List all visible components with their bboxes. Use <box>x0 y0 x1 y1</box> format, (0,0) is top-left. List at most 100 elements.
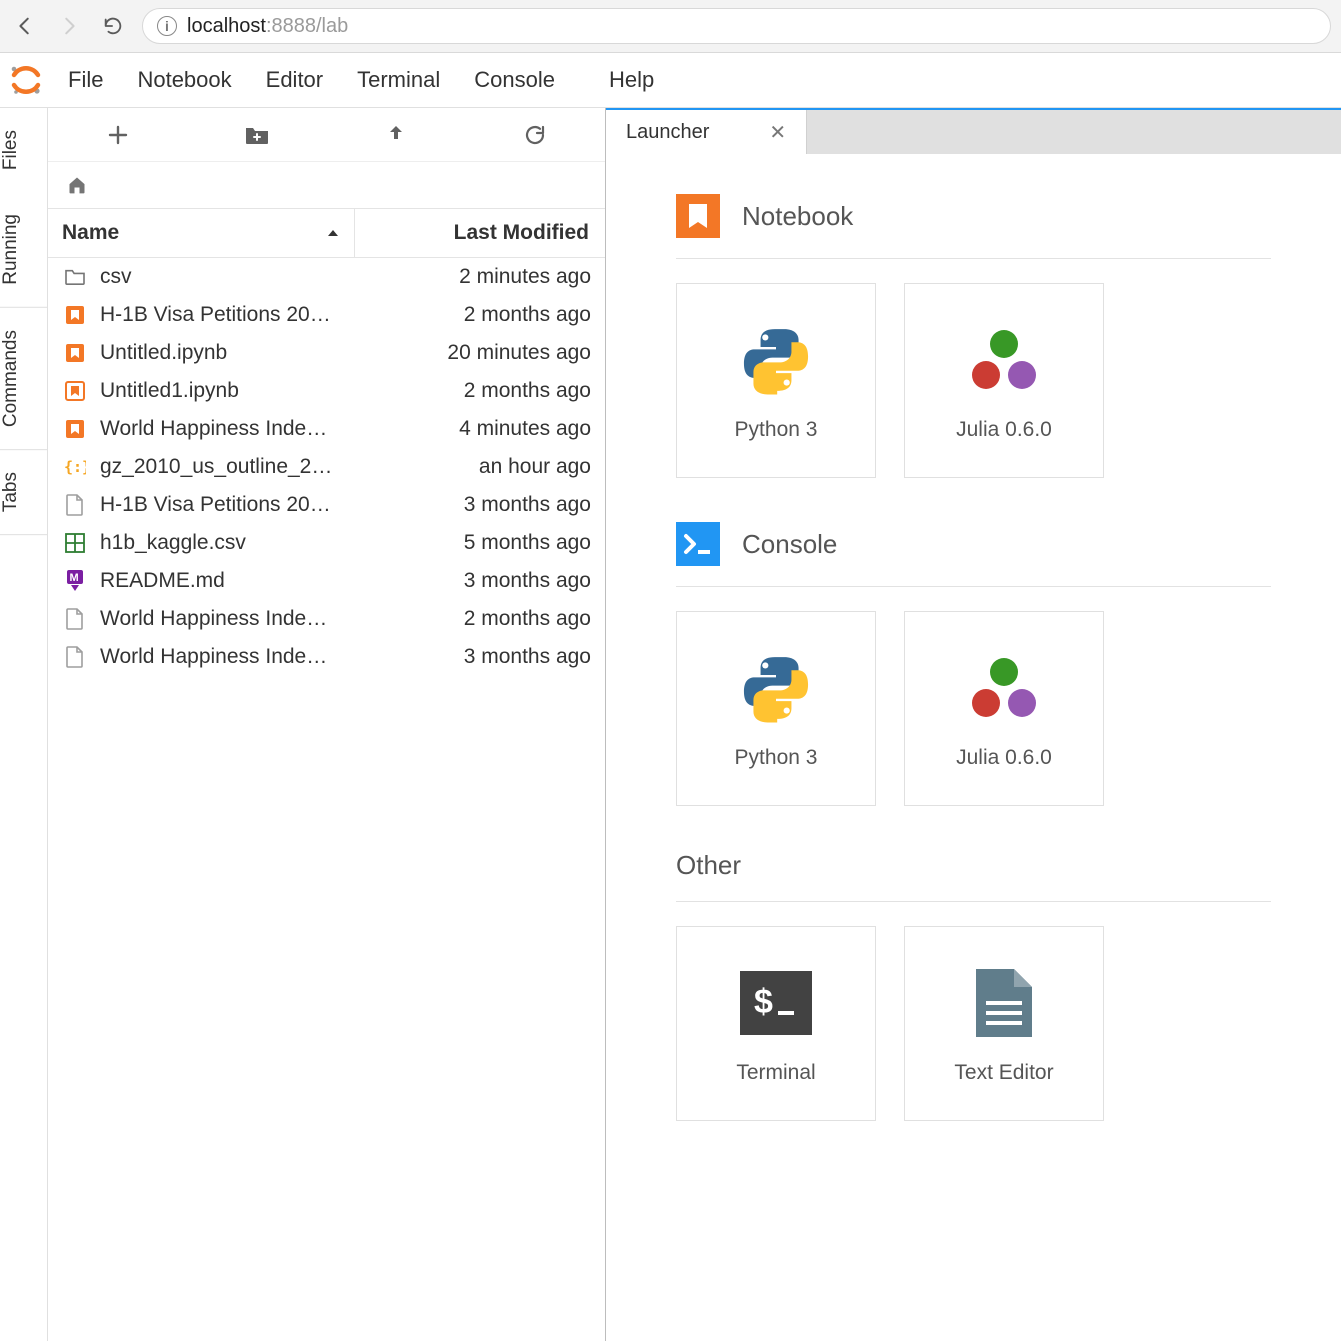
menu-help[interactable]: Help <box>609 67 654 93</box>
file-modified: 2 minutes ago <box>371 265 591 289</box>
sidebar-tabs: FilesRunningCommandsTabs <box>0 108 48 1341</box>
file-row[interactable]: H-1B Visa Petitions 20…2 months ago <box>48 296 605 334</box>
launcher-panel: Notebook Python 3 Julia 0.6.0 Console Python… <box>606 154 1341 1341</box>
menu-console[interactable]: Console <box>474 67 555 93</box>
file-name: Untitled.ipynb <box>100 341 371 365</box>
close-icon[interactable]: ✕ <box>769 120 786 145</box>
file-modified: 3 months ago <box>371 569 591 593</box>
file-row[interactable]: H-1B Visa Petitions 20…3 months ago <box>48 486 605 524</box>
julia-icon <box>964 320 1044 400</box>
sidebar-tab-tabs[interactable]: Tabs <box>0 450 47 535</box>
file-name: README.md <box>100 569 371 593</box>
launcher-card-julia-0-6-0[interactable]: Julia 0.6.0 <box>904 611 1104 806</box>
file-row[interactable]: h1b_kaggle.csv5 months ago <box>48 524 605 562</box>
julia-icon <box>964 648 1044 728</box>
work-area: Launcher ✕ NotebookPython 3Julia 0.6.0Co… <box>606 108 1341 1341</box>
file-modified: 3 months ago <box>371 493 591 517</box>
card-label: Python 3 <box>735 418 818 442</box>
launcher-section-console: Console Python 3 Julia 0.6.0 <box>676 522 1271 806</box>
file-modified: 2 months ago <box>371 379 591 403</box>
file-name: World Happiness Inde… <box>100 417 371 441</box>
file-row[interactable]: World Happiness Inde…3 months ago <box>48 638 605 676</box>
home-icon[interactable] <box>66 175 88 195</box>
file-list: csv2 minutes agoH-1B Visa Petitions 20…2… <box>48 258 605 1341</box>
launcher-card-python-3[interactable]: Python 3 <box>676 283 876 478</box>
notebook-icon <box>62 303 88 327</box>
file-row[interactable]: Untitled.ipynb20 minutes ago <box>48 334 605 372</box>
tab-label: Launcher <box>626 121 709 144</box>
file-name: Untitled1.ipynb <box>100 379 371 403</box>
menu-notebook[interactable]: Notebook <box>137 67 231 93</box>
document-tab-strip: Launcher ✕ <box>606 108 1341 154</box>
tab-launcher[interactable]: Launcher ✕ <box>606 110 807 154</box>
sidebar-tab-files[interactable]: Files <box>0 108 47 192</box>
sidebar-tab-running[interactable]: Running <box>0 192 47 308</box>
file-browser-panel: Name Last Modified csv2 minutes agoH-1B … <box>48 108 606 1341</box>
launcher-section-notebook: Notebook Python 3 Julia 0.6.0 <box>676 194 1271 478</box>
menu-file[interactable]: File <box>68 67 103 93</box>
forward-button[interactable] <box>54 11 84 41</box>
jupyter-logo-icon <box>2 56 50 104</box>
refresh-button[interactable] <box>515 115 555 155</box>
new-folder-button[interactable] <box>237 115 277 155</box>
section-header: Other <box>676 850 1271 902</box>
site-info-icon[interactable]: i <box>157 16 177 36</box>
reload-button[interactable] <box>98 11 128 41</box>
card-label: Text Editor <box>954 1061 1053 1085</box>
card-label: Julia 0.6.0 <box>956 746 1052 770</box>
sidebar-tab-commands[interactable]: Commands <box>0 308 47 450</box>
back-button[interactable] <box>10 11 40 41</box>
card-label: Python 3 <box>735 746 818 770</box>
browser-toolbar: i localhost:8888/lab <box>0 0 1341 53</box>
console-section-icon <box>676 522 720 566</box>
file-row[interactable]: World Happiness Inde…2 months ago <box>48 600 605 638</box>
file-browser-toolbar <box>48 108 605 162</box>
file-name: World Happiness Inde… <box>100 645 371 669</box>
file-modified: 3 months ago <box>371 645 591 669</box>
file-icon <box>62 645 88 669</box>
upload-button[interactable] <box>376 115 416 155</box>
md-icon: M <box>62 569 88 593</box>
file-row[interactable]: M README.md3 months ago <box>48 562 605 600</box>
file-row[interactable]: Untitled1.ipynb2 months ago <box>48 372 605 410</box>
json-icon: {:} <box>62 455 88 479</box>
column-name-header[interactable]: Name <box>48 209 355 257</box>
file-icon <box>62 607 88 631</box>
menu-editor[interactable]: Editor <box>266 67 323 93</box>
url-text: localhost:8888/lab <box>187 15 348 38</box>
folder-icon <box>62 265 88 289</box>
card-label: Julia 0.6.0 <box>956 418 1052 442</box>
file-row[interactable]: {:}gz_2010_us_outline_2…an hour ago <box>48 448 605 486</box>
menu-terminal[interactable]: Terminal <box>357 67 440 93</box>
file-list-header: Name Last Modified <box>48 208 605 258</box>
terminal-icon: $ <box>736 963 816 1043</box>
column-modified-header[interactable]: Last Modified <box>355 209 605 257</box>
launcher-card-python-3[interactable]: Python 3 <box>676 611 876 806</box>
file-row[interactable]: World Happiness Inde…4 minutes ago <box>48 410 605 448</box>
section-title: Notebook <box>742 201 853 232</box>
file-modified: 2 months ago <box>371 303 591 327</box>
notebook-icon <box>62 417 88 441</box>
file-modified: 20 minutes ago <box>371 341 591 365</box>
launcher-card-text-editor[interactable]: Text Editor <box>904 926 1104 1121</box>
file-name: H-1B Visa Petitions 20… <box>100 303 371 327</box>
app-menu-bar: File Notebook Editor Terminal Console Help <box>0 53 1341 108</box>
url-bar[interactable]: i localhost:8888/lab <box>142 8 1331 44</box>
file-row[interactable]: csv2 minutes ago <box>48 258 605 296</box>
breadcrumb[interactable] <box>48 162 605 208</box>
launcher-card-terminal[interactable]: $ Terminal <box>676 926 876 1121</box>
svg-text:{:}: {:} <box>64 458 86 476</box>
texteditor-icon <box>964 963 1044 1043</box>
section-header: Notebook <box>676 194 1271 259</box>
notebook-icon <box>62 341 88 365</box>
launcher-card-julia-0-6-0[interactable]: Julia 0.6.0 <box>904 283 1104 478</box>
card-label: Terminal <box>736 1061 815 1085</box>
section-title: Console <box>742 529 837 560</box>
file-name: gz_2010_us_outline_2… <box>100 455 371 479</box>
new-launcher-button[interactable] <box>98 115 138 155</box>
csv-icon <box>62 531 88 555</box>
svg-text:$: $ <box>754 983 773 1021</box>
nb-run-icon <box>62 379 88 403</box>
file-name: H-1B Visa Petitions 20… <box>100 493 371 517</box>
file-modified: 5 months ago <box>371 531 591 555</box>
